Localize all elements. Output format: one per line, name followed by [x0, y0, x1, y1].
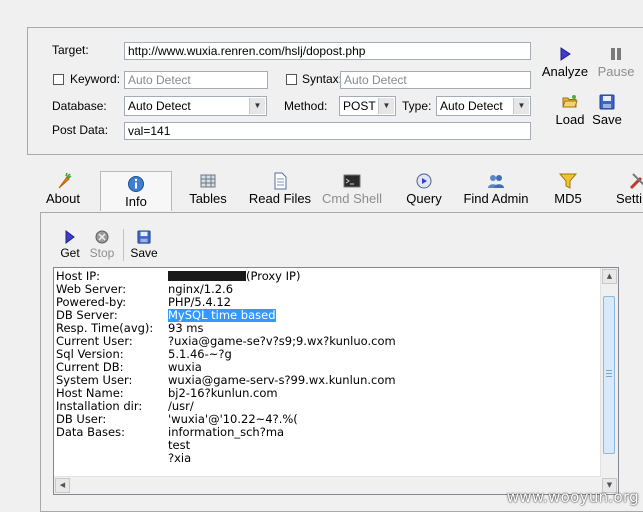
analyze-label: Analyze: [541, 64, 589, 79]
floppy-disk-icon: [599, 94, 615, 110]
users-icon: [488, 175, 504, 188]
tab-tables-label: Tables: [189, 191, 227, 206]
info-icon: [128, 176, 144, 192]
scrollbar-thumb[interactable]: [603, 296, 615, 454]
database-select[interactable]: Auto Detect ▼: [124, 96, 267, 116]
syntax-label: Syntax:: [302, 72, 343, 86]
sub-save-button[interactable]: Save: [129, 230, 159, 260]
method-select[interactable]: POST ▼: [339, 96, 396, 116]
tab-find-admin[interactable]: Find Admin: [460, 172, 532, 210]
type-select[interactable]: Auto Detect ▼: [436, 96, 531, 116]
tab-cmd-shell[interactable]: Cmd Shell: [320, 172, 384, 210]
tab-md5[interactable]: MD5: [548, 172, 588, 210]
stop-icon: [95, 230, 109, 244]
funnel-icon: [559, 173, 577, 189]
tools-icon: [629, 173, 643, 190]
info-output[interactable]: Host IP: (Proxy IP) Web Server: nginx/1.2…: [53, 267, 619, 495]
method-select-value: POST: [343, 99, 376, 113]
postdata-label: Post Data:: [52, 123, 109, 137]
floppy-disk-icon: [137, 230, 151, 244]
play-icon: [65, 230, 75, 244]
keyword-label: Keyword:: [70, 72, 121, 86]
keyword-checkbox[interactable]: [53, 74, 64, 85]
stop-label: Stop: [89, 246, 115, 260]
load-label: Load: [555, 112, 585, 127]
save-label: Save: [592, 112, 622, 127]
tab-info-label: Info: [125, 194, 147, 209]
tab-find-admin-label: Find Admin: [463, 191, 529, 206]
tab-about-label: About: [46, 191, 80, 206]
play-icon: [560, 47, 571, 61]
stop-button[interactable]: Stop: [86, 230, 118, 260]
database-select-value: Auto Detect: [128, 99, 191, 113]
vertical-scrollbar[interactable]: ▲ ▼: [600, 268, 618, 494]
watermark: www.wooyun.org: [506, 488, 639, 506]
tab-settings[interactable]: Setti: [612, 172, 643, 210]
tab-read-files[interactable]: Read Files: [248, 172, 312, 210]
get-label: Get: [60, 246, 80, 260]
folder-open-icon: [562, 95, 578, 108]
chevron-down-icon[interactable]: ▼: [249, 98, 265, 114]
target-input[interactable]: http://www.wuxia.renren.com/hslj/dopost.…: [124, 42, 531, 60]
pause-button[interactable]: Pause: [596, 46, 636, 79]
scroll-up-button[interactable]: ▲: [602, 269, 617, 284]
syntax-checkbox[interactable]: [286, 74, 297, 85]
method-label: Method:: [284, 99, 328, 113]
pause-icon: [611, 48, 621, 60]
file-icon: [274, 172, 287, 190]
tab-md5-label: MD5: [554, 191, 582, 206]
analyze-button[interactable]: Analyze: [541, 46, 589, 79]
postdata-input[interactable]: val=141: [124, 122, 531, 140]
table-icon: [200, 174, 216, 188]
toolbar-divider: [123, 229, 124, 261]
sub-save-label: Save: [130, 246, 158, 260]
target-label: Target:: [52, 43, 89, 57]
chevron-down-icon[interactable]: ▼: [378, 98, 394, 114]
tab-tables[interactable]: Tables: [184, 172, 232, 210]
redaction-mark: [168, 271, 246, 281]
pause-label: Pause: [597, 64, 635, 79]
tab-info[interactable]: Info: [100, 171, 172, 211]
type-label: Type:: [402, 99, 432, 113]
save-button[interactable]: Save: [590, 94, 624, 127]
tab-settings-label: Setti: [616, 191, 643, 206]
get-button[interactable]: Get: [57, 230, 83, 260]
tab-about[interactable]: About: [40, 172, 86, 210]
tab-read-files-label: Read Files: [248, 191, 312, 206]
load-button[interactable]: Load: [552, 94, 588, 127]
chevron-down-icon[interactable]: ▼: [513, 98, 529, 114]
tab-query[interactable]: Query: [402, 172, 446, 210]
tab-query-label: Query: [406, 191, 442, 206]
query-icon: [416, 173, 432, 189]
keyword-input[interactable]: Auto Detect: [124, 71, 268, 89]
console-icon: [343, 174, 361, 188]
database-label: Database:: [52, 99, 107, 113]
type-select-value: Auto Detect: [440, 99, 503, 113]
carrot-icon: [58, 172, 72, 189]
syntax-input[interactable]: Auto Detect: [340, 71, 531, 89]
tab-cmd-shell-label: Cmd Shell: [322, 191, 382, 206]
scroll-left-button[interactable]: ◀: [55, 478, 70, 493]
